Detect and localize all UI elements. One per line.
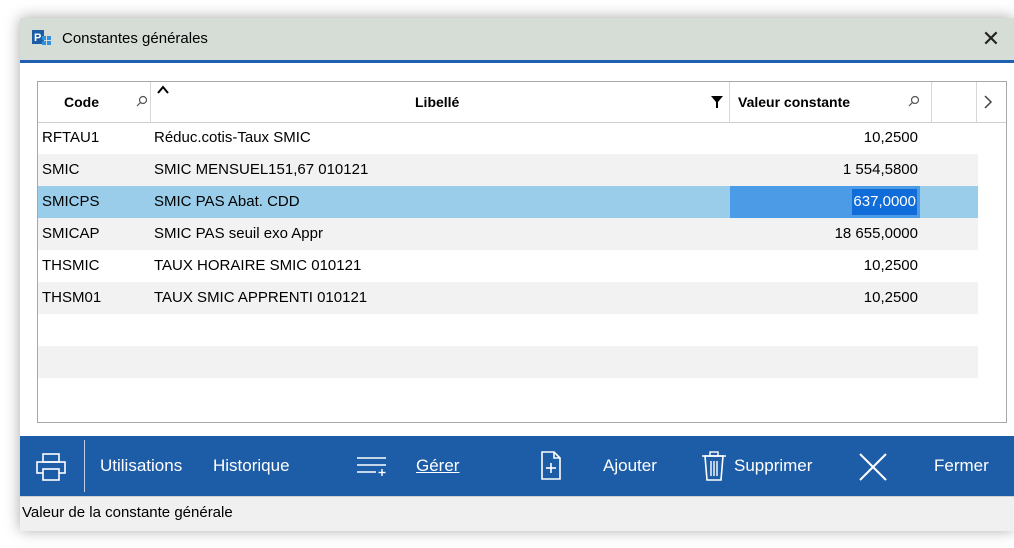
table-row[interactable]: SMIC SMIC MENSUEL151,67 010121 1 554,580… — [38, 154, 978, 186]
add-document-icon[interactable] — [540, 450, 566, 482]
cell-libelle: TAUX SMIC APPRENTI 010121 — [154, 289, 368, 306]
table-row[interactable]: RFTAU1 Réduc.cotis-Taux SMIC 10,2500 — [38, 122, 978, 154]
close-icon[interactable]: ✕ — [976, 24, 1006, 54]
column-separator[interactable] — [931, 82, 932, 122]
print-icon[interactable] — [36, 453, 66, 481]
filter-icon[interactable] — [711, 95, 723, 109]
column-header-libelle[interactable]: Libellé — [415, 82, 459, 122]
supprimer-button[interactable]: Supprimer — [734, 436, 812, 496]
svg-text:P: P — [34, 32, 41, 44]
cell-libelle: SMIC MENSUEL151,67 010121 — [154, 161, 369, 178]
table-row-selected[interactable]: SMICPS SMIC PAS Abat. CDD 637,0000 — [38, 186, 978, 218]
table-row-empty — [38, 346, 978, 378]
fermer-button[interactable]: Fermer — [934, 436, 989, 496]
table-row-empty — [38, 378, 978, 410]
table-row[interactable]: THSM01 TAUX SMIC APPRENTI 010121 10,2500 — [38, 282, 978, 314]
cell-valeur: 18 655,0000 — [834, 225, 918, 242]
action-toolbar: Utilisations Historique Gérer Ajouter Su… — [20, 436, 1014, 496]
value-edit-field[interactable]: 637,0000 — [730, 186, 920, 218]
ajouter-button[interactable]: Ajouter — [603, 436, 657, 496]
table-row-empty — [38, 314, 978, 346]
cell-code: THSM01 — [42, 289, 102, 306]
cell-libelle: SMIC PAS seuil exo Appr — [154, 225, 323, 242]
cell-code: SMICAP — [42, 225, 100, 242]
cell-code: THSMIC — [42, 257, 100, 274]
search-icon[interactable] — [136, 95, 148, 107]
cell-valeur-editing[interactable]: 637,0000 — [852, 189, 917, 215]
table-row[interactable]: THSMIC TAUX HORAIRE SMIC 010121 10,2500 — [38, 250, 978, 282]
cell-code: SMIC — [42, 161, 80, 178]
utilisations-button[interactable]: Utilisations — [100, 436, 182, 496]
table-row[interactable]: SMICAP SMIC PAS seuil exo Appr 18 655,00… — [38, 218, 978, 250]
cell-libelle: TAUX HORAIRE SMIC 010121 — [154, 257, 362, 274]
cell-code: RFTAU1 — [42, 129, 100, 146]
window-title: Constantes générales — [62, 30, 208, 47]
title-bar: P Constantes générales ✕ — [20, 18, 1014, 63]
scroll-right-icon[interactable] — [983, 95, 993, 109]
cell-libelle: Réduc.cotis-Taux SMIC — [154, 129, 311, 146]
column-separator — [976, 82, 977, 122]
search-icon[interactable] — [908, 95, 920, 107]
gerer-button[interactable]: Gérer — [416, 436, 459, 496]
cell-valeur: 1 554,5800 — [842, 161, 918, 178]
sort-ascending-icon — [156, 84, 170, 98]
list-add-icon[interactable] — [356, 454, 388, 478]
close-icon[interactable] — [858, 452, 888, 482]
historique-button[interactable]: Historique — [213, 436, 290, 496]
cell-libelle: SMIC PAS Abat. CDD — [154, 193, 300, 210]
cell-valeur: 10,2500 — [863, 129, 918, 146]
column-separator[interactable] — [150, 82, 151, 122]
cell-valeur: 10,2500 — [863, 257, 918, 274]
trash-icon[interactable] — [701, 450, 727, 482]
constants-table: Code Libellé Valeur constante RFTAU1 Réd… — [37, 81, 1007, 423]
status-bar: Valeur de la constante générale — [20, 496, 1014, 531]
column-separator[interactable] — [729, 82, 730, 122]
dialog-window: P Constantes générales ✕ Code Libellé Va… — [20, 18, 1014, 531]
column-header-valeur[interactable]: Valeur constante — [738, 82, 850, 122]
cell-valeur: 10,2500 — [863, 289, 918, 306]
app-icon: P — [32, 30, 52, 48]
cell-code: SMICPS — [42, 193, 100, 210]
table-header: Code Libellé Valeur constante — [38, 82, 1006, 123]
toolbar-separator — [84, 440, 85, 492]
column-header-code[interactable]: Code — [64, 82, 99, 122]
